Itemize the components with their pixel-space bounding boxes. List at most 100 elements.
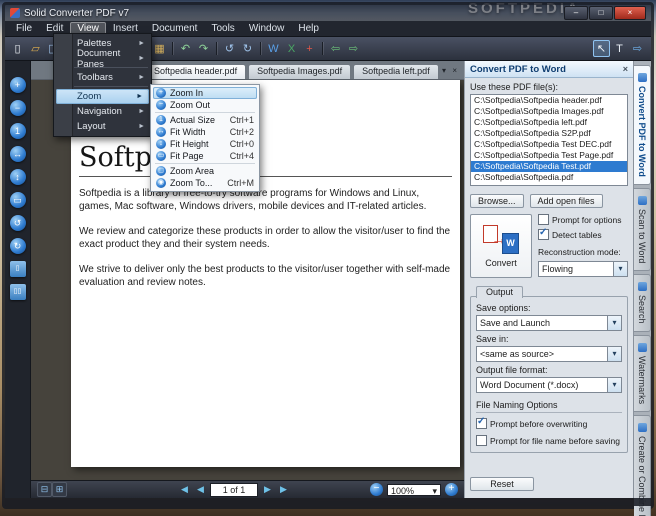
checkbox-box — [476, 435, 487, 446]
paste-icon[interactable]: ▦ — [151, 40, 168, 57]
save-in-dropdown[interactable]: <same as source> ▾ — [476, 346, 622, 362]
rotate-right-tool-icon[interactable]: ↻ — [10, 238, 26, 254]
view-menu-toolbars[interactable]: Toolbars ► — [54, 70, 151, 85]
first-page-button[interactable]: ◀ — [178, 483, 191, 496]
zoom-area-menu-item[interactable]: ◻ Zoom Area — [153, 165, 257, 177]
prompt-for-options-checkbox[interactable]: Prompt for options — [538, 214, 628, 225]
fit-height-menu-item[interactable]: ↕ Fit Height Ctrl+0 — [153, 138, 257, 150]
convert-arrow-icon[interactable]: ⇨ — [629, 40, 646, 57]
zoom-in-menu-item[interactable]: + Zoom In — [153, 87, 257, 99]
side-tab-scan-to-word[interactable]: Scan to Word — [634, 188, 651, 271]
menu-window[interactable]: Window — [242, 22, 292, 35]
reconstruction-mode-label: Reconstruction mode: — [538, 247, 628, 257]
zoom-in-button[interactable]: + — [445, 483, 458, 496]
panel-close-icon[interactable]: × — [623, 64, 628, 74]
browse-button[interactable]: Browse... — [470, 194, 524, 208]
pdf-file-item[interactable]: C:\Softpedia\Softpedia Images.pdf — [471, 106, 627, 117]
pdf-page: Softpedia Softpedia is a library of free… — [71, 80, 460, 467]
text-tool-icon[interactable]: T — [611, 40, 628, 57]
tab-softpedia-header[interactable]: Softpedia header.pdf — [145, 64, 246, 79]
output-format-label: Output file format: — [476, 365, 622, 375]
layout-grid-icon[interactable]: ⊞ — [52, 482, 67, 497]
zoom-submenu: + Zoom In − Zoom Out 1 Actual Size Ctrl+… — [150, 84, 260, 192]
zoom-in-tool-icon[interactable]: + — [10, 77, 26, 93]
select-tool-icon[interactable]: ↖ — [593, 40, 610, 57]
rotate-left-icon[interactable]: ↺ — [221, 40, 238, 57]
previous-page-button[interactable]: ◀ — [194, 483, 207, 496]
last-page-button[interactable]: ▶ — [277, 483, 290, 496]
open-folder-icon[interactable]: ▱ — [27, 40, 44, 57]
pdf-file-item[interactable]: C:\Softpedia\Softpedia Test DEC.pdf — [471, 139, 627, 150]
layout-switcher: ⊟⊞ — [37, 482, 67, 497]
view-menu-navigation[interactable]: Navigation ► — [54, 104, 151, 119]
save-options-dropdown[interactable]: Save and Launch ▾ — [476, 315, 622, 331]
convert-panel: Convert PDF to Word × Use these PDF file… — [464, 61, 633, 498]
undo-icon[interactable]: ↶ — [177, 40, 194, 57]
side-tab-search[interactable]: Search — [634, 274, 651, 332]
reconstruction-mode-dropdown[interactable]: Flowing ▾ — [538, 261, 628, 277]
pdf-file-item[interactable]: C:\Softpedia\Softpedia S2P.pdf — [471, 128, 627, 139]
pdf-file-item[interactable]: C:\Softpedia\Softpedia left.pdf — [471, 117, 627, 128]
facing-pages-layout-icon[interactable]: ▯▯ — [10, 284, 26, 300]
document-paragraph: Softpedia is a library of free-to-try so… — [79, 187, 452, 213]
create-pdf-icon[interactable]: + — [301, 40, 318, 57]
redo-icon[interactable]: ↷ — [195, 40, 212, 57]
side-tab-icon — [638, 343, 647, 352]
previous-view-icon[interactable]: ⇦ — [327, 40, 344, 57]
layout-single-icon[interactable]: ⊟ — [37, 482, 52, 497]
next-page-button[interactable]: ▶ — [261, 483, 274, 496]
tab-softpedia-left[interactable]: Softpedia left.pdf — [353, 64, 439, 79]
new-document-icon[interactable]: ▯ — [9, 40, 26, 57]
view-menu-document-panes[interactable]: Document Panes ► — [54, 51, 151, 66]
actual-size-tool-icon[interactable]: 1 — [10, 123, 26, 139]
convert-button[interactable]: → W Convert — [470, 214, 532, 278]
pdf-file-item[interactable]: C:\Softpedia\Softpedia Test Page.pdf — [471, 150, 627, 161]
submenu-arrow-icon: ► — [138, 123, 145, 130]
view-menu-layout[interactable]: Layout ► — [54, 119, 151, 134]
rotate-right-icon[interactable]: ↻ — [239, 40, 256, 57]
side-tab-icon — [638, 282, 647, 291]
heading-rule — [79, 176, 452, 177]
prompt-before-overwriting-checkbox[interactable]: Prompt before overwriting — [476, 418, 622, 429]
add-open-files-button[interactable]: Add open files — [530, 194, 603, 208]
output-tab[interactable]: Output — [476, 286, 523, 298]
menu-help[interactable]: Help — [291, 22, 326, 35]
detect-tables-checkbox[interactable]: Detect tables — [538, 229, 628, 240]
close-button[interactable]: × — [614, 6, 646, 20]
pdf-file-item[interactable]: C:\Softpedia\Softpedia header.pdf — [471, 95, 627, 106]
zoom-out-menu-item[interactable]: − Zoom Out — [153, 99, 257, 111]
zoom-out-button[interactable]: − — [370, 483, 383, 496]
tab-close-icon[interactable]: × — [449, 65, 460, 77]
fit-height-tool-icon[interactable]: ↕ — [10, 169, 26, 185]
fit-width-tool-icon[interactable]: ↔ — [10, 146, 26, 162]
maximize-button[interactable]: □ — [589, 6, 613, 20]
side-tab-watermarks[interactable]: Watermarks — [634, 335, 651, 412]
fit-page-menu-item[interactable]: ▭ Fit Page Ctrl+4 — [153, 150, 257, 162]
side-tab-convert-pdf-to-word[interactable]: Convert PDF to Word — [634, 65, 651, 185]
view-menu-zoom[interactable]: Zoom ► — [56, 89, 149, 104]
zoom-to-menu-item[interactable]: ◉ Zoom To... Ctrl+M — [153, 177, 257, 189]
rotate-left-tool-icon[interactable]: ↺ — [10, 215, 26, 231]
zoom-out-tool-icon[interactable]: − — [10, 100, 26, 116]
prompt-for-file-name-checkbox[interactable]: Prompt for file name before saving — [476, 435, 622, 446]
output-format-dropdown[interactable]: Word Document (*.docx) ▾ — [476, 377, 622, 393]
fit-page-tool-icon[interactable]: ▭ — [10, 192, 26, 208]
actual-size-menu-item[interactable]: 1 Actual Size Ctrl+1 — [153, 114, 257, 126]
files-label: Use these PDF file(s): — [470, 82, 628, 92]
zoom-level-dropdown[interactable]: 100% ▾ — [387, 484, 441, 496]
pdf-file-item[interactable]: C:\Softpedia\Softpedia Test.pdf — [471, 161, 627, 172]
fit-width-menu-item[interactable]: ↔ Fit Width Ctrl+2 — [153, 126, 257, 138]
next-view-icon[interactable]: ⇨ — [345, 40, 362, 57]
menu-document[interactable]: Document — [145, 22, 205, 35]
tab-softpedia-images[interactable]: Softpedia Images.pdf — [248, 64, 351, 79]
minimize-button[interactable]: – — [564, 6, 588, 20]
reset-button[interactable]: Reset — [470, 477, 534, 491]
menu-tools[interactable]: Tools — [204, 22, 241, 35]
dropdown-arrow-icon: ▾ — [607, 378, 621, 392]
tab-list-dropdown-icon[interactable]: ▾ — [439, 65, 450, 77]
pdf-file-item[interactable]: C:\Softpedia\Softpedia.pdf — [471, 172, 627, 183]
single-page-layout-icon[interactable]: ▯ — [10, 261, 26, 277]
convert-to-word-icon[interactable]: W — [265, 40, 282, 57]
menu-file[interactable]: File — [9, 22, 39, 35]
convert-to-excel-icon[interactable]: X — [283, 40, 300, 57]
